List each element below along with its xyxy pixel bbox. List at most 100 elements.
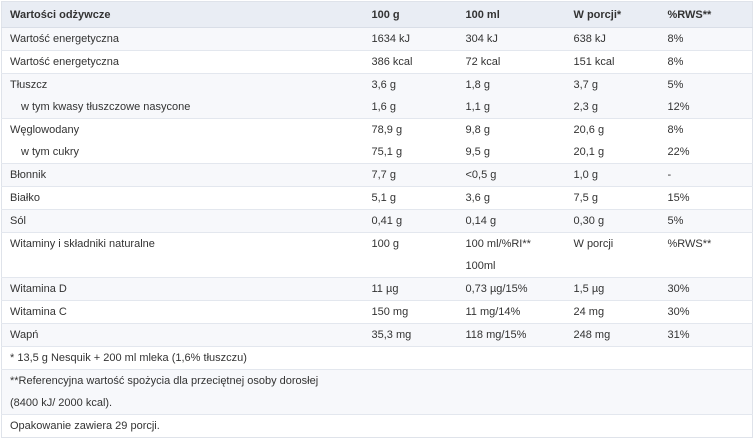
nutrition-table-container: Wartości odżywcze 100 g 100 ml W porcji*… <box>1 1 753 438</box>
cell-100ml: 1,8 g <box>457 73 566 97</box>
cell-100g: 1,6 g <box>371 101 396 114</box>
header-per-100ml: 100 ml <box>457 1 566 28</box>
table-row: Wartość energetyczna 1634 kJ 304 kJ 638 … <box>1 27 753 51</box>
cell-name: w tym cukry <box>21 146 80 159</box>
table-row: w tym cukry 75,1 g 9,5 g 20,1 g 22% <box>1 141 753 164</box>
table-row: Witamina C 150 mg 11 mg/14% 24 mg 30% <box>1 300 753 324</box>
cell-portion: 248 mg <box>565 323 660 347</box>
cell-portion: 20,6 g <box>565 118 660 142</box>
cell-100g: 1634 kJ <box>363 27 458 51</box>
cell-name: Wartość energetyczna <box>1 50 364 74</box>
cell-rws: 12% <box>667 101 690 114</box>
cell-100g: 35,3 mg <box>363 323 458 347</box>
cell-name: Błonnik <box>1 163 364 187</box>
cell-rws: - <box>659 163 753 187</box>
table-row: Witamina D 11 µg 0,73 µg/15% 1,5 µg 30% <box>1 277 753 301</box>
table-row: Sól 0,41 g 0,14 g 0,30 g 5% <box>1 209 753 233</box>
cell-name: Witaminy i składniki naturalne <box>1 232 364 256</box>
cell-100g: 0,41 g <box>363 209 458 233</box>
cell-100g: 100 g <box>363 232 458 256</box>
cell-100ml: 118 mg/15% <box>457 323 566 347</box>
cell-100ml: 11 mg/14% <box>457 300 566 324</box>
nutrition-table: Wartości odżywcze 100 g 100 ml W porcji*… <box>1 1 753 438</box>
cell-100ml: 304 kJ <box>457 27 566 51</box>
cell-rws: 8% <box>659 27 753 51</box>
header-nutrient: Wartości odżywcze <box>1 1 364 28</box>
cell-rws <box>660 256 753 278</box>
cell-rws: 8% <box>659 50 753 74</box>
cell-portion: 24 mg <box>565 300 660 324</box>
cell-100ml: 1,1 g <box>465 101 490 114</box>
footnote-row: **Referencyjna wartość spożycia dla prze… <box>1 369 753 393</box>
cell-portion: 151 kcal <box>565 50 660 74</box>
table-row: Witaminy i składniki naturalne 100 g 100… <box>1 232 753 256</box>
cell-100ml: 9,5 g <box>465 146 490 159</box>
cell-rws: %RWS** <box>659 232 753 256</box>
cell-name: Witamina D <box>1 277 364 301</box>
footnote-energy-reference: (8400 kJ/ 2000 kcal). <box>10 397 113 410</box>
cell-rws: 30% <box>659 277 753 301</box>
footnote-reference-intake: **Referencyjna wartość spożycia dla prze… <box>1 369 753 393</box>
footnote-row: Opakowanie zawiera 29 porcji. <box>1 414 753 438</box>
cell-portion: 2,3 g <box>573 101 598 114</box>
header-per-portion: W porcji* <box>565 1 660 28</box>
cell-name: Sól <box>1 209 364 233</box>
footnote-row: * 13,5 g Nesquik + 200 ml mleka (1,6% tł… <box>1 346 753 370</box>
cell-name: Tłuszcz <box>1 73 364 97</box>
cell-rws: 5% <box>659 209 753 233</box>
cell-100ml: 100 ml/%RI** <box>457 232 566 256</box>
cell-portion: 1,5 µg <box>565 277 660 301</box>
cell-rws: 30% <box>659 300 753 324</box>
cell-name: Węglowodany <box>1 118 364 142</box>
cell-rws: 22% <box>667 146 690 159</box>
cell-100g: 75,1 g <box>371 146 403 159</box>
header-per-100g: 100 g <box>363 1 458 28</box>
table-row: Węglowodany 78,9 g 9,8 g 20,6 g 8% <box>1 118 753 142</box>
footnote-portion: * 13,5 g Nesquik + 200 ml mleka (1,6% tł… <box>1 346 753 370</box>
cell-100g: 78,9 g <box>363 118 458 142</box>
cell-rws: 5% <box>659 73 753 97</box>
cell-100g: 7,7 g <box>363 163 458 187</box>
cell-100ml: 0,14 g <box>457 209 566 233</box>
cell-rws: 15% <box>659 186 753 210</box>
cell-100ml: 100ml <box>465 260 496 273</box>
cell-portion: 1,0 g <box>565 163 660 187</box>
cell-name: w tym kwasy tłuszczowe nasycone <box>21 101 191 114</box>
cell-100ml: <0,5 g <box>457 163 566 187</box>
cell-100g: 150 mg <box>363 300 458 324</box>
table-row: Wartość energetyczna 386 kcal 72 kcal 15… <box>1 50 753 74</box>
cell-rws: 31% <box>659 323 753 347</box>
cell-portion: 20,1 g <box>573 146 605 159</box>
cell-100g: 386 kcal <box>363 50 458 74</box>
table-row: Błonnik 7,7 g <0,5 g 1,0 g - <box>1 163 753 187</box>
header-rws: %RWS** <box>659 1 753 28</box>
cell-100g: 11 µg <box>363 277 458 301</box>
cell-name: Wartość energetyczna <box>1 27 364 51</box>
cell-100g: 5,1 g <box>363 186 458 210</box>
cell-portion: W porcji <box>565 232 660 256</box>
table-row: Wapń 35,3 mg 118 mg/15% 248 mg 31% <box>1 323 753 347</box>
cell-100ml: 3,6 g <box>457 186 566 210</box>
cell-portion: 3,7 g <box>565 73 660 97</box>
cell-name: Białko <box>1 186 364 210</box>
footnote-package-portions: Opakowanie zawiera 29 porcji. <box>1 414 753 438</box>
cell-name <box>2 256 364 278</box>
table-row: Białko 5,1 g 3,6 g 7,5 g 15% <box>1 186 753 210</box>
cell-portion: 638 kJ <box>565 27 660 51</box>
cell-100ml: 0,73 µg/15% <box>457 277 566 301</box>
table-header-row: Wartości odżywcze 100 g 100 ml W porcji*… <box>1 1 753 28</box>
cell-100ml: 72 kcal <box>457 50 566 74</box>
cell-name: Witamina C <box>1 300 364 324</box>
cell-portion <box>566 256 660 278</box>
table-row: w tym kwasy tłuszczowe nasycone 1,6 g 1,… <box>1 96 753 119</box>
cell-100ml: 9,8 g <box>457 118 566 142</box>
cell-portion: 7,5 g <box>565 186 660 210</box>
cell-rws: 8% <box>659 118 753 142</box>
cell-name: Wapń <box>1 323 364 347</box>
cell-100g: 3,6 g <box>363 73 458 97</box>
cell-portion: 0,30 g <box>565 209 660 233</box>
table-row: 100ml <box>1 255 753 278</box>
cell-100g <box>364 256 458 278</box>
footnote-row: (8400 kJ/ 2000 kcal). <box>1 392 753 415</box>
table-row: Tłuszcz 3,6 g 1,8 g 3,7 g 5% <box>1 73 753 97</box>
